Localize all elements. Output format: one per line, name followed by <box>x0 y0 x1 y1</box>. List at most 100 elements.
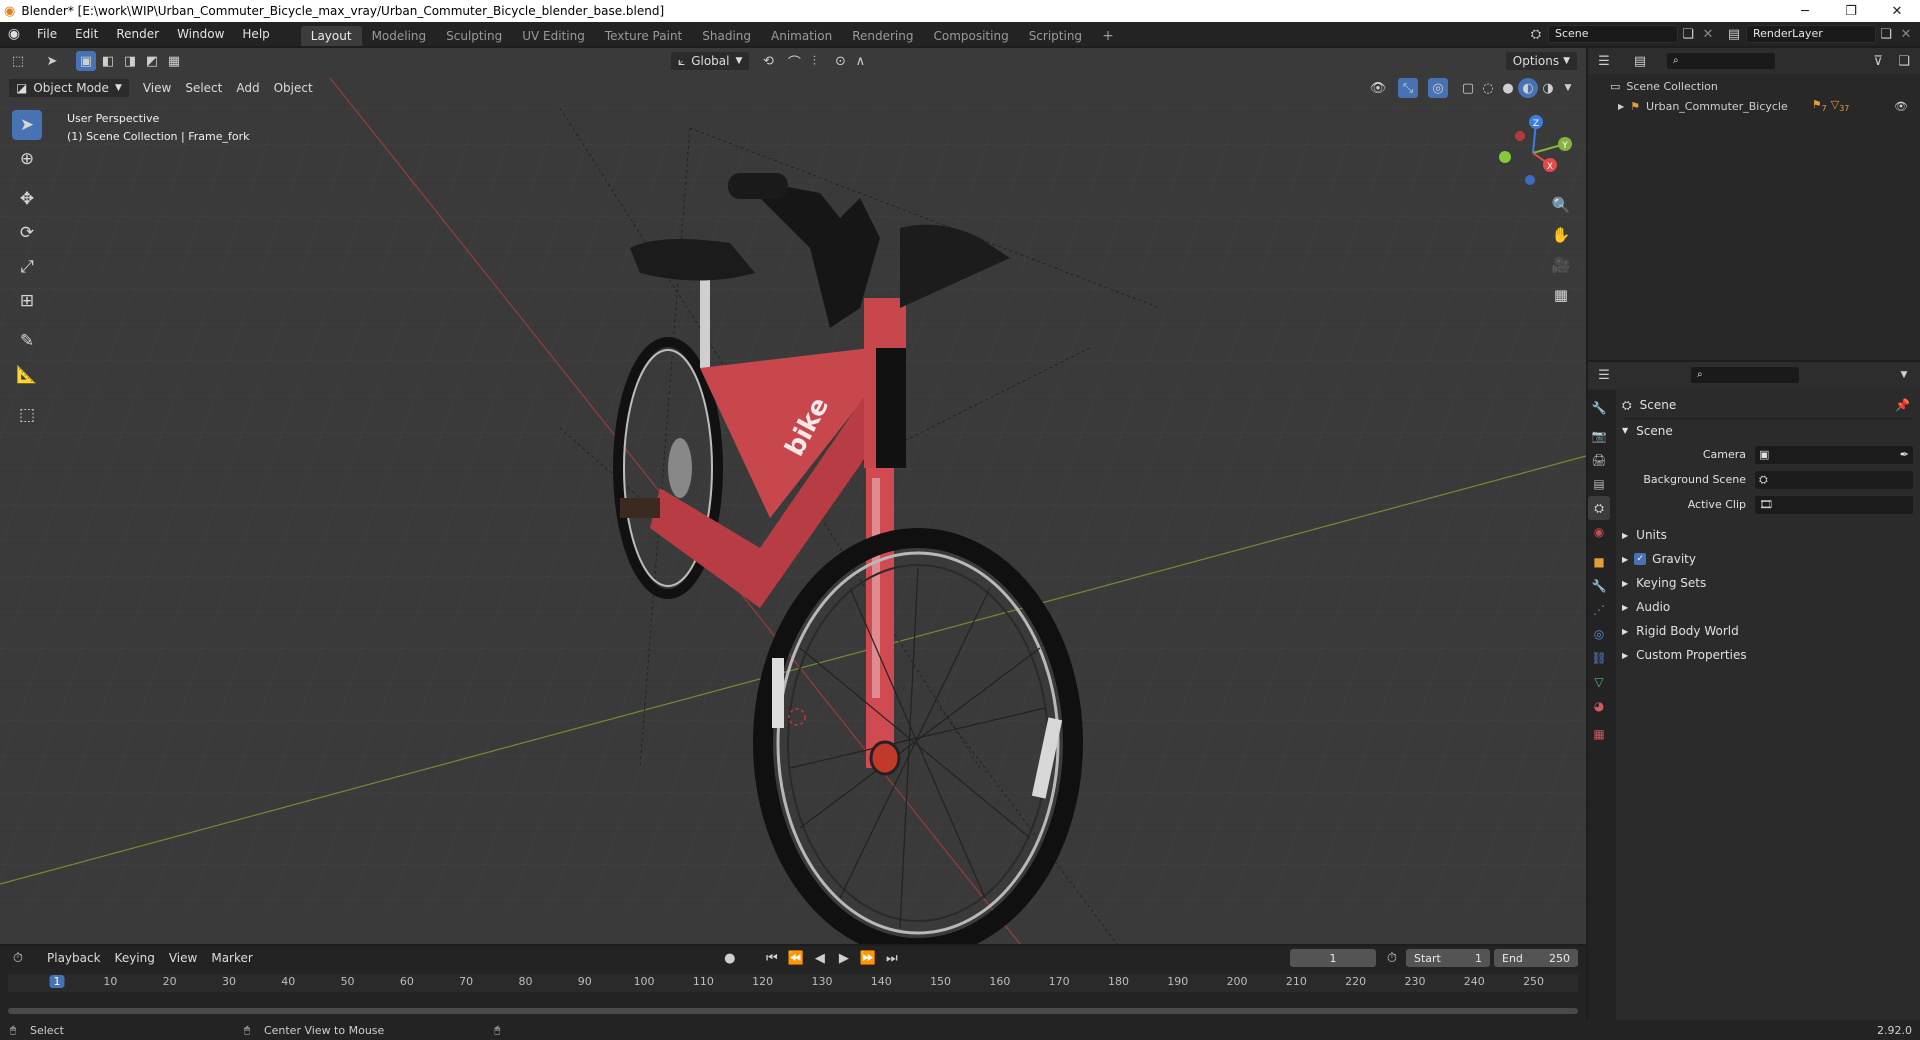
annotate-tool[interactable]: ✎ <box>12 326 42 356</box>
prev-keyframe-icon[interactable]: ⏪ <box>786 948 806 968</box>
overlay-toggle-icon[interactable]: ◎ <box>1428 78 1448 98</box>
menu-marker[interactable]: Marker <box>204 948 259 968</box>
menu-select[interactable]: Select <box>178 78 229 98</box>
timeline-editor-type-icon[interactable]: ⏱ <box>8 948 28 968</box>
xray-icon[interactable]: ▢ <box>1458 78 1478 98</box>
select-box-tool[interactable]: ➤ <box>12 110 42 140</box>
select-intersect-icon[interactable]: ▦ <box>164 51 184 71</box>
world-tab-icon[interactable]: ◉ <box>1588 520 1610 544</box>
menu-object[interactable]: Object <box>267 78 320 98</box>
timeline-scrollbar[interactable] <box>8 1008 1578 1014</box>
clock-icon[interactable]: ⏱ <box>1382 948 1402 968</box>
next-keyframe-icon[interactable]: ⏩ <box>858 948 878 968</box>
camera-field[interactable]: ▣ ✒ <box>1754 444 1914 465</box>
record-icon[interactable]: ● <box>720 948 740 968</box>
tool-tab-icon[interactable]: 🔧 <box>1588 396 1610 420</box>
snap-target-icon[interactable]: ⫶ <box>804 51 824 71</box>
jump-start-icon[interactable]: ⏮ <box>762 948 782 968</box>
menu-help[interactable]: Help <box>233 22 278 46</box>
filter-icon[interactable]: ⊽ <box>1868 51 1888 71</box>
tool-select-icon[interactable]: ➤ <box>42 51 62 71</box>
measure-tool[interactable]: 📐 <box>12 360 42 390</box>
play-reverse-icon[interactable]: ◀ <box>810 948 830 968</box>
play-icon[interactable]: ▶ <box>834 948 854 968</box>
delete-scene-icon[interactable]: ✕ <box>1698 24 1718 44</box>
properties-options-icon[interactable]: ▼ <box>1894 365 1914 385</box>
subpanel-audio[interactable]: ▶ Audio <box>1622 595 1914 619</box>
perspective-toggle-icon[interactable]: ▦ <box>1548 282 1574 308</box>
select-new-icon[interactable]: ▣ <box>76 51 96 71</box>
material-tab-icon[interactable]: ◕ <box>1588 694 1610 718</box>
tab-scripting[interactable]: Scripting <box>1019 26 1092 46</box>
pivot-icon[interactable]: ⟲ <box>758 51 778 71</box>
scene-tab-icon[interactable]: ⛭ <box>1588 496 1610 520</box>
rendered-shading-icon[interactable]: ◑ <box>1538 78 1558 98</box>
menu-window[interactable]: Window <box>168 22 233 46</box>
gizmo-toggle-icon[interactable]: ⤡ <box>1398 78 1418 98</box>
zoom-icon[interactable]: 🔍 <box>1548 192 1574 218</box>
move-tool[interactable]: ✥ <box>12 184 42 214</box>
menu-view[interactable]: View <box>136 78 178 98</box>
new-view-layer-icon[interactable]: ❏ <box>1876 24 1896 44</box>
tab-texture-paint[interactable]: Texture Paint <box>595 26 692 46</box>
camera-view-icon[interactable]: 🎥 <box>1548 252 1574 278</box>
tab-compositing[interactable]: Compositing <box>923 26 1018 46</box>
3d-viewport[interactable]: bike <box>0 48 1586 944</box>
tab-sculpting[interactable]: Sculpting <box>436 26 512 46</box>
menu-render[interactable]: Render <box>107 22 168 46</box>
subpanel-gravity[interactable]: ▶ ✓ Gravity <box>1622 547 1914 571</box>
subpanel-rigid-body-world[interactable]: ▶ Rigid Body World <box>1622 619 1914 643</box>
new-collection-icon[interactable]: ❏ <box>1894 51 1914 71</box>
material-shading-icon[interactable]: ◐ <box>1518 78 1538 98</box>
transform-tool[interactable]: ⊞ <box>12 286 42 316</box>
menu-file[interactable]: File <box>28 22 66 46</box>
frame-ruler[interactable]: 1 10 20 30 40 50 60 70 80 90 100 110 120 130 140 150 160… <box>8 974 1578 992</box>
texture-tab-icon[interactable]: ▦ <box>1588 722 1610 746</box>
menu-playback[interactable]: Playback <box>40 948 108 968</box>
tab-shading[interactable]: Shading <box>692 26 761 46</box>
render-tab-icon[interactable]: 📷 <box>1588 424 1610 448</box>
tab-animation[interactable]: Animation <box>761 26 842 46</box>
object-tab-icon[interactable]: ■ <box>1588 550 1610 574</box>
select-subtract-icon[interactable]: ◨ <box>120 51 140 71</box>
particles-tab-icon[interactable]: ⋰ <box>1588 598 1610 622</box>
gravity-checkbox[interactable]: ✓ <box>1634 553 1647 565</box>
add-workspace-button[interactable]: + <box>1092 26 1124 46</box>
menu-timeline-view[interactable]: View <box>162 948 204 968</box>
tab-modeling[interactable]: Modeling <box>362 26 437 46</box>
end-frame-field[interactable]: End 250 <box>1494 949 1578 967</box>
display-mode-icon[interactable]: ▤ <box>1630 51 1650 71</box>
new-scene-icon[interactable]: ❏ <box>1678 24 1698 44</box>
outliner-item-object[interactable]: ▶ ⚑ Urban_Commuter_Bicycle ⚑7 ▽37 👁 <box>1588 96 1920 116</box>
shading-options-icon[interactable]: ▼ <box>1558 78 1578 98</box>
close-window-button[interactable]: ✕ <box>1874 0 1920 22</box>
proportional-edit-icon[interactable]: ⊙ <box>830 51 850 71</box>
subpanel-keying-sets[interactable]: ▶ Keying Sets <box>1622 571 1914 595</box>
active-clip-field[interactable]: 🎞 <box>1754 494 1914 515</box>
wireframe-shading-icon[interactable]: ◌ <box>1478 78 1498 98</box>
pin-icon[interactable]: 📌 <box>1895 398 1910 412</box>
start-frame-field[interactable]: Start 1 <box>1406 949 1490 967</box>
tab-layout[interactable]: Layout <box>300 26 362 46</box>
cursor-tool[interactable]: ⊕ <box>12 144 42 174</box>
output-tab-icon[interactable]: 🖨 <box>1588 448 1610 472</box>
view-layer-selector[interactable]: RenderLayer <box>1746 25 1876 43</box>
add-cube-tool[interactable]: ⬚ <box>12 400 42 430</box>
physics-tab-icon[interactable]: ◎ <box>1588 622 1610 646</box>
properties-search-input[interactable]: ⌕ <box>1690 366 1800 384</box>
scene-icon[interactable]: ⛭ <box>1526 24 1546 44</box>
view-layer-tab-icon[interactable]: ▤ <box>1588 472 1610 496</box>
select-extend-icon[interactable]: ◧ <box>98 51 118 71</box>
menu-edit[interactable]: Edit <box>66 22 107 46</box>
rotate-tool[interactable]: ⟳ <box>12 218 42 248</box>
editor-type-icon[interactable]: ⬚ <box>8 51 28 71</box>
visibility-icon[interactable]: 👁 <box>1368 78 1388 98</box>
blender-menu-icon[interactable]: ◉ <box>0 26 28 42</box>
eyedropper-icon[interactable]: ✒ <box>1900 448 1909 461</box>
select-invert-icon[interactable]: ◩ <box>142 51 162 71</box>
hide-in-viewport-icon[interactable]: 👁 <box>1894 100 1908 113</box>
options-dropdown[interactable]: Options ▼ <box>1504 51 1578 71</box>
expand-arrow-icon[interactable]: ▶ <box>1618 102 1624 111</box>
scale-tool[interactable]: ⤢ <box>12 252 42 282</box>
current-frame-field[interactable]: 1 <box>1290 949 1376 967</box>
